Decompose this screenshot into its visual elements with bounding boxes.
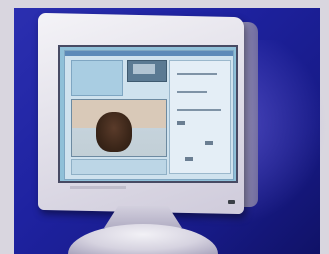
app-titlebar (65, 51, 233, 56)
right-panel-line (177, 91, 207, 93)
right-panel-control (185, 157, 193, 161)
app-window (64, 50, 234, 180)
app-panel-bottom (71, 159, 167, 175)
app-panel-top-left (71, 60, 123, 96)
right-panel-line (177, 109, 221, 111)
right-panel-line (177, 73, 217, 75)
photo-scene (0, 0, 329, 254)
app-panel-right (169, 60, 231, 174)
thumbnail-image (133, 64, 155, 74)
right-panel-control (177, 121, 185, 125)
video-feed (71, 99, 167, 157)
video-person (96, 112, 132, 152)
brand-label (70, 186, 126, 189)
monitor-screen (58, 45, 238, 183)
right-panel-control (205, 141, 213, 145)
power-led-icon (228, 200, 235, 204)
